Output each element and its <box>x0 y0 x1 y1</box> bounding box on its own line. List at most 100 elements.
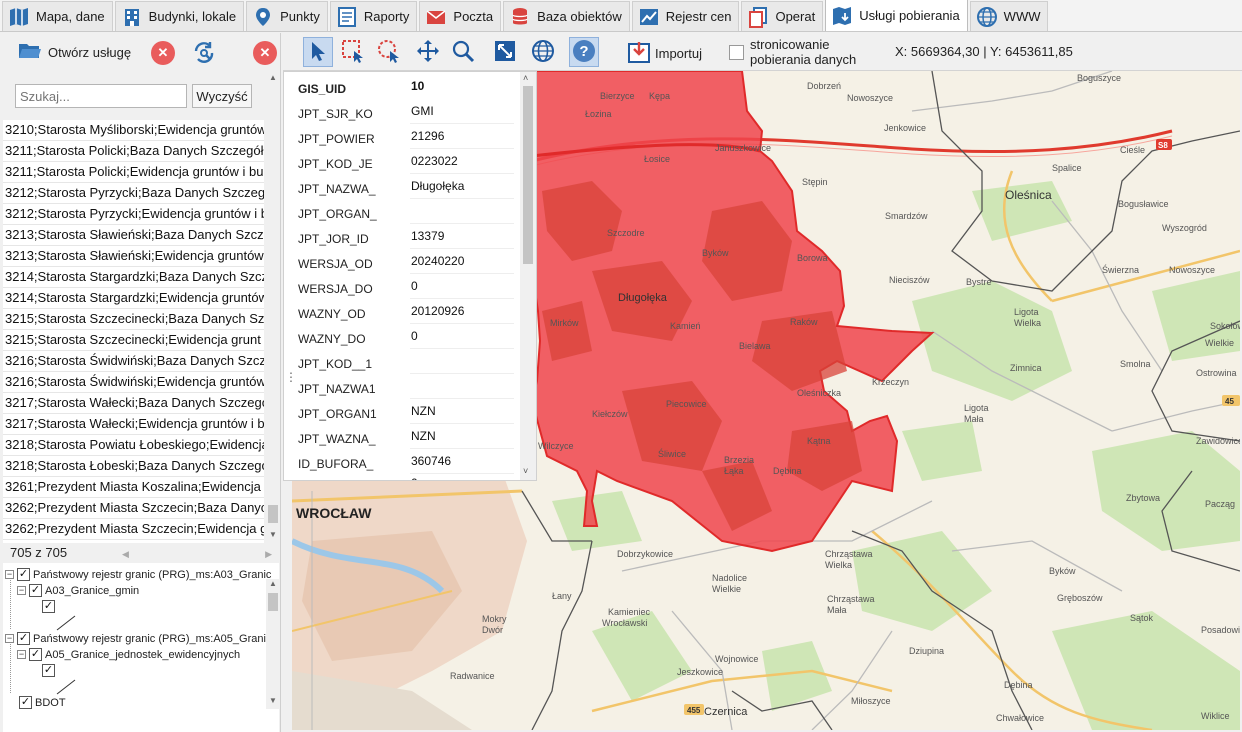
attr-value[interactable]: 0 <box>410 277 514 299</box>
web-map-tool[interactable] <box>528 37 558 67</box>
list-item[interactable]: 3217;Starosta Wałecki;Ewidencja gruntów … <box>3 414 264 435</box>
paging-checkbox[interactable] <box>729 44 744 60</box>
attr-value[interactable]: 0 <box>410 327 514 349</box>
layer-node[interactable]: − ✓ Państwowy rejestr granic (PRG)_ms:A0… <box>5 568 271 581</box>
attr-value[interactable]: 360746 <box>410 452 514 474</box>
attr-value[interactable]: 20240220 <box>410 252 514 274</box>
rect-select-tool[interactable] <box>338 37 368 67</box>
layer-checkbox[interactable]: ✓ <box>19 696 32 709</box>
list-item[interactable]: 3216;Starosta Świdwiński;Ewidencja grunt… <box>3 372 264 393</box>
layer-checkbox[interactable]: ✓ <box>17 632 30 645</box>
scroll-down-icon[interactable]: ▼ <box>269 696 277 705</box>
zoom-tool[interactable] <box>448 37 478 67</box>
tab-poczta[interactable]: Poczta <box>419 1 502 31</box>
open-service-button[interactable]: Otwórz usługę <box>18 40 131 65</box>
horizontal-scrollbar[interactable]: ◀ ▶ <box>122 547 272 561</box>
attr-value[interactable]: NZN <box>410 427 514 449</box>
list-item[interactable]: 3218;Starosta Powiatu Łobeskiego;Ewidenc… <box>3 435 264 456</box>
layer-tree-scrollbar[interactable]: ▲ ▼ <box>266 579 280 709</box>
scroll-left-icon[interactable]: ◀ <box>122 549 129 560</box>
attr-value[interactable]: 0 <box>410 474 514 480</box>
tab-label: Mapa, dane <box>36 9 105 24</box>
attr-value[interactable]: 20120926 <box>410 302 514 324</box>
layer-node[interactable]: ✓ BDOT <box>19 696 66 709</box>
list-item[interactable]: 3262;Prezydent Miasta Szczecin;Baza Dany… <box>3 498 264 519</box>
tab-www[interactable]: WWW <box>969 1 1049 31</box>
scroll-down-icon[interactable]: ˅ <box>523 466 528 476</box>
layer-checkbox[interactable]: ✓ <box>29 648 42 661</box>
attr-value[interactable]: 0223022 <box>410 152 514 174</box>
services-scrollbar[interactable]: ▲ ▼ <box>266 73 280 543</box>
select-tool[interactable] <box>303 37 333 67</box>
list-item[interactable]: 3211;Starosta Policki;Ewidencja gruntów … <box>3 162 264 183</box>
splitter-grip-icon[interactable]: ⋮ <box>285 370 297 384</box>
scroll-up-icon[interactable]: ˄ <box>523 73 528 83</box>
style-checkbox[interactable]: ✓ <box>42 600 55 613</box>
services-list[interactable]: 3210;Starosta Myśliborski;Ewidencja grun… <box>3 120 264 543</box>
layer-style-node[interactable]: ✓ <box>42 600 55 613</box>
tab-budynki-lokale[interactable]: Budynki, lokale <box>114 1 245 31</box>
attr-value[interactable]: 21296 <box>410 127 514 149</box>
layer-node[interactable]: − ✓ Państwowy rejestr granic (PRG)_ms:A0… <box>5 632 271 645</box>
scrollbar-thumb[interactable] <box>268 593 278 611</box>
list-item[interactable]: 3212;Starosta Pyrzycki;Baza Danych Szcze… <box>3 183 264 204</box>
list-item[interactable]: 3213;Starosta Sławieński;Ewidencja grunt… <box>3 246 264 267</box>
zoom-extent-tool[interactable] <box>490 37 520 67</box>
layer-style-node[interactable]: ✓ <box>42 664 55 677</box>
list-item[interactable]: 3215;Starosta Szczecinecki;Baza Danych S… <box>3 309 264 330</box>
collapse-icon[interactable]: − <box>17 650 26 659</box>
list-item[interactable]: 3213;Starosta Sławieński;Baza Danych Szc… <box>3 225 264 246</box>
attr-value[interactable]: 13379 <box>410 227 514 249</box>
attr-value[interactable] <box>410 202 514 224</box>
clear-button[interactable]: Wyczyść <box>192 84 252 108</box>
list-item[interactable]: 3261;Prezydent Miasta Koszalina;Ewidencj… <box>3 477 264 498</box>
paging-option[interactable]: stronicowanie pobierania danych <box>729 37 890 67</box>
tab-rejestr-cen[interactable]: Rejestr cen <box>631 1 740 31</box>
scrollbar-thumb[interactable] <box>523 86 533 264</box>
attr-value[interactable]: NZN <box>410 402 514 424</box>
pan-tool[interactable] <box>413 37 443 67</box>
list-item[interactable]: 3217;Starosta Wałecki;Baza Danych Szczeg… <box>3 393 264 414</box>
attr-value[interactable]: GMI <box>410 102 514 124</box>
list-item[interactable]: 3214;Starosta Stargardzki;Baza Danych Sz… <box>3 267 264 288</box>
attr-value[interactable] <box>410 377 514 399</box>
tab-raporty[interactable]: Raporty <box>329 1 418 31</box>
refresh-search-icon[interactable] <box>190 39 218 67</box>
style-checkbox[interactable]: ✓ <box>42 664 55 677</box>
tab-mapa-dane[interactable]: Mapa, dane <box>2 1 113 31</box>
attr-value[interactable]: Długołęka <box>410 177 514 199</box>
scroll-down-icon[interactable]: ▼ <box>269 530 277 539</box>
list-item[interactable]: 3212;Starosta Pyrzycki;Ewidencja gruntów… <box>3 204 264 225</box>
tab-uslugi-pobierania[interactable]: Usługi pobierania <box>825 0 968 31</box>
list-item[interactable]: 3218;Starosta Łobeski;Baza Danych Szczeg… <box>3 456 264 477</box>
scroll-up-icon[interactable]: ▲ <box>269 73 277 82</box>
scroll-up-icon[interactable]: ▲ <box>269 579 277 588</box>
scrollbar-thumb[interactable] <box>268 505 278 523</box>
attr-value[interactable] <box>410 352 514 374</box>
search-input[interactable] <box>15 84 187 108</box>
tab-operat[interactable]: Operat <box>741 1 824 31</box>
layer-node[interactable]: − ✓ A03_Granice_gmin <box>17 584 139 597</box>
layer-checkbox[interactable]: ✓ <box>29 584 42 597</box>
close-icon[interactable]: ✕ <box>253 41 277 65</box>
tab-baza-obiektow[interactable]: Baza obiektów <box>503 1 630 31</box>
import-button[interactable]: Importuj <box>627 40 702 67</box>
list-item[interactable]: 3216;Starosta Świdwiński;Baza Danych Szc… <box>3 351 264 372</box>
attr-key: JPT_KOD__1 <box>298 357 373 371</box>
scroll-right-icon[interactable]: ▶ <box>265 549 272 560</box>
collapse-icon[interactable]: − <box>5 634 14 643</box>
layer-node[interactable]: − ✓ A05_Granice_jednostek_ewidencyjnych <box>17 648 240 661</box>
list-item[interactable]: 3210;Starosta Myśliborski;Ewidencja grun… <box>3 120 264 141</box>
list-item[interactable]: 3211;Starosta Policki;Baza Danych Szczeg… <box>3 141 264 162</box>
list-item[interactable]: 3262;Prezydent Miasta Szczecin;Ewidencja… <box>3 519 264 540</box>
help-button[interactable]: ? <box>569 37 599 67</box>
circle-select-tool[interactable] <box>374 37 404 67</box>
tab-punkty[interactable]: Punkty <box>246 1 328 31</box>
collapse-icon[interactable]: − <box>17 586 26 595</box>
list-item[interactable]: 3215;Starosta Szczecinecki;Ewidencja gru… <box>3 330 264 351</box>
list-item[interactable]: 3214;Starosta Stargardzki;Ewidencja grun… <box>3 288 264 309</box>
close-icon[interactable]: ✕ <box>151 41 175 65</box>
attr-scrollbar[interactable]: ˄ ˅ <box>520 72 536 480</box>
layer-checkbox[interactable]: ✓ <box>17 568 30 581</box>
collapse-icon[interactable]: − <box>5 570 14 579</box>
